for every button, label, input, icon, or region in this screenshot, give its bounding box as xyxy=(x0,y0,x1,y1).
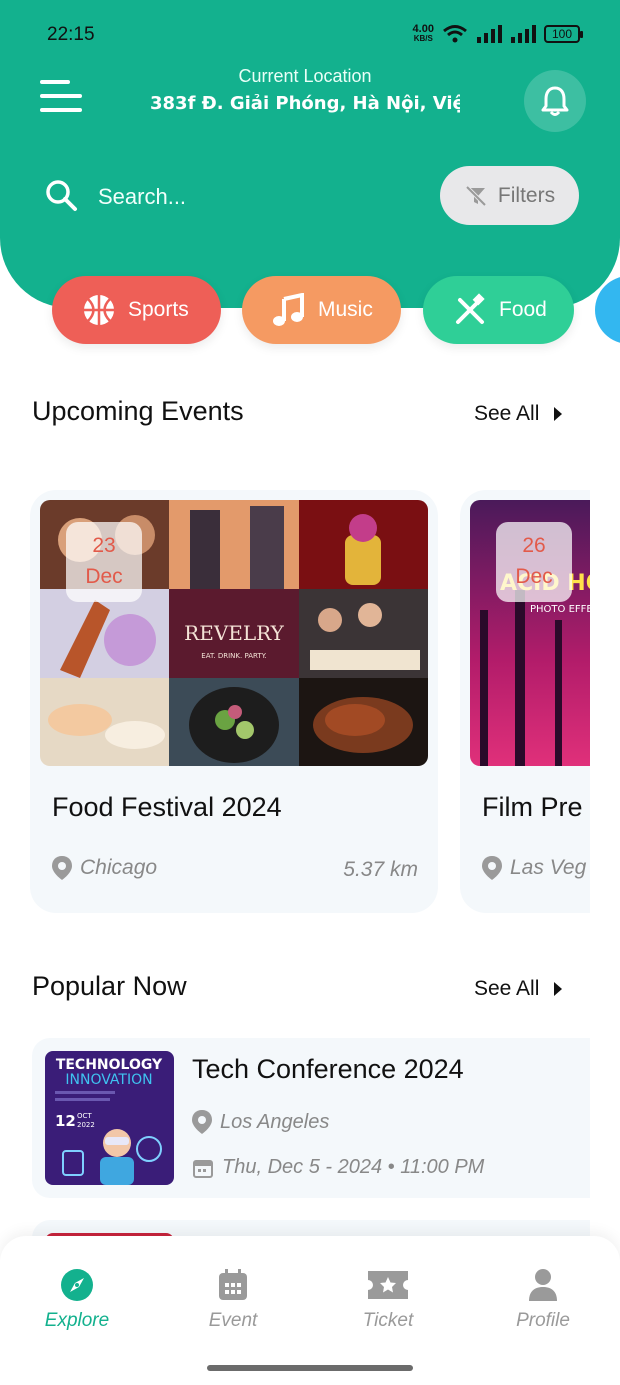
bell-icon xyxy=(541,86,569,116)
search-input[interactable] xyxy=(96,178,396,216)
popular-now-title: Popular Now xyxy=(32,971,187,1001)
basketball-icon xyxy=(82,293,116,327)
status-bar: 22:15 4.00 KB/S 100 xyxy=(0,0,620,70)
header: 22:15 4.00 KB/S 100 Current Location 383… xyxy=(0,0,620,308)
status-indicators: 4.00 KB/S 100 xyxy=(412,23,584,44)
event-date-badge: 23 Dec xyxy=(66,522,142,602)
popular-title: Tech Conference 2024 xyxy=(192,1054,464,1084)
compass-icon xyxy=(22,1266,132,1304)
nav-event[interactable]: Event xyxy=(178,1266,288,1332)
filters-button[interactable]: Filters xyxy=(440,166,579,225)
bottom-navigation: Explore Event Ticket Profile xyxy=(0,1236,620,1385)
calendar-icon xyxy=(193,1159,213,1178)
list-item[interactable]: TECHNOLOGY INNOVATION 12 OCT 2022 Tech C… xyxy=(32,1038,590,1198)
network-speed: 4.00 KB/S xyxy=(412,23,434,44)
event-image-subtitle: EAT. DRINK. PARTY. xyxy=(201,652,266,660)
popular-see-all-button[interactable]: See All xyxy=(474,977,563,1001)
event-distance: 5.37 km xyxy=(343,858,418,881)
hamburger-line xyxy=(40,108,82,112)
current-location-label: Current Location xyxy=(238,66,372,86)
signal-icon-2 xyxy=(510,25,536,43)
category-chip-music[interactable]: Music xyxy=(242,276,401,344)
category-chip-food[interactable]: Food xyxy=(423,276,574,344)
ticket-icon xyxy=(333,1266,443,1304)
upcoming-events-title: Upcoming Events xyxy=(32,396,244,426)
event-date-badge: 26 Dec xyxy=(496,522,572,602)
event-image-subtitle: PHOTO EFFE xyxy=(530,604,590,615)
nav-profile[interactable]: Profile xyxy=(488,1266,598,1332)
event-title: Food Festival 2024 xyxy=(52,792,282,822)
filters-label: Filters xyxy=(497,183,556,207)
event-image: REVELRY EAT. DRINK. PARTY. 23 Dec xyxy=(40,500,428,766)
thumb-line-2: INNOVATION xyxy=(65,1072,152,1088)
upcoming-events-carousel[interactable]: REVELRY EAT. DRINK. PARTY. 23 Dec Food F… xyxy=(30,490,590,915)
search-icon xyxy=(46,180,77,211)
popular-location: Los Angeles xyxy=(192,1110,329,1134)
thumb-line-1: TECHNOLOGY xyxy=(56,1057,163,1073)
nav-ticket[interactable]: Ticket xyxy=(333,1266,443,1332)
battery-indicator: 100 xyxy=(543,25,584,43)
thumb-day: 12 xyxy=(55,1112,76,1130)
thumb-year: 2022 xyxy=(77,1121,95,1129)
status-time: 22:15 xyxy=(47,24,95,45)
location-pin-icon xyxy=(52,856,72,880)
thumb-month: OCT xyxy=(77,1112,92,1120)
event-location: Chicago xyxy=(52,856,157,880)
hamburger-line xyxy=(40,94,82,98)
hamburger-line xyxy=(40,80,70,84)
event-image: ACID HOU PHOTO EFFE 26 Dec xyxy=(470,500,590,766)
filter-off-icon xyxy=(464,184,488,207)
event-card[interactable]: REVELRY EAT. DRINK. PARTY. 23 Dec Food F… xyxy=(30,490,438,913)
current-location-value[interactable]: 383f Đ. Giải Phóng, Hà Nội, Việ... xyxy=(150,93,460,114)
chevron-right-icon xyxy=(554,982,563,996)
popular-thumbnail: TECHNOLOGY INNOVATION 12 OCT 2022 xyxy=(45,1051,174,1185)
home-indicator[interactable] xyxy=(207,1365,413,1371)
event-title: Film Pre xyxy=(482,792,583,822)
notifications-button[interactable] xyxy=(524,70,586,132)
music-note-icon xyxy=(272,293,306,327)
nav-explore[interactable]: Explore xyxy=(22,1266,132,1332)
event-card[interactable]: ACID HOU PHOTO EFFE 26 Dec Film Pre Las … xyxy=(460,490,590,913)
menu-button[interactable] xyxy=(40,76,84,116)
user-icon xyxy=(488,1266,598,1304)
popular-datetime: Thu, Dec 5 - 2024 • 11:00 PM xyxy=(192,1156,484,1179)
calendar-icon xyxy=(178,1266,288,1304)
event-image-title: REVELRY xyxy=(184,621,284,645)
category-chip-sports[interactable]: Sports xyxy=(52,276,221,344)
signal-icon xyxy=(476,25,502,43)
chevron-right-icon xyxy=(554,407,563,421)
upcoming-see-all-button[interactable]: See All xyxy=(474,402,563,426)
category-label: Sports xyxy=(128,298,189,321)
location-pin-icon xyxy=(192,1110,212,1134)
category-label: Music xyxy=(318,298,373,321)
utensils-icon xyxy=(453,293,487,327)
location-pin-icon xyxy=(482,856,502,880)
event-location: Las Veg xyxy=(482,856,586,880)
wifi-icon xyxy=(443,25,467,43)
category-label: Food xyxy=(499,298,547,321)
